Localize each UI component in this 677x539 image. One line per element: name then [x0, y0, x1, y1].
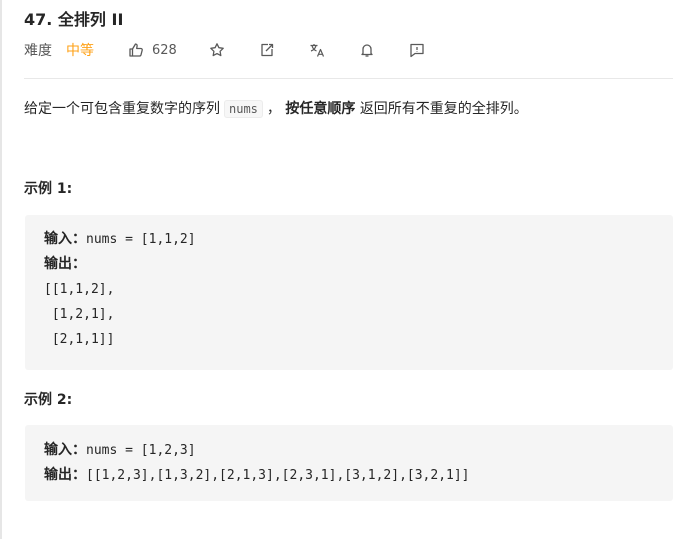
favorite-button[interactable]	[207, 40, 227, 60]
left-border	[0, 0, 2, 539]
example-1-input-label: 输入：	[44, 231, 86, 247]
header-divider	[24, 78, 673, 79]
description-comma: ，	[266, 101, 281, 117]
example-2-input-label: 输入：	[44, 442, 86, 458]
problem-toolbar: 难度 中等 628	[24, 40, 427, 60]
example-1-output-line: [[1,1,2],	[44, 282, 115, 297]
example-2-heading: 示例 2:	[24, 392, 73, 408]
example-1-heading: 示例 1:	[24, 181, 73, 197]
notify-button[interactable]	[357, 40, 377, 60]
feedback-button[interactable]	[407, 40, 427, 60]
example-1-output-label: 输出：	[44, 256, 86, 272]
bell-icon	[361, 44, 373, 57]
example-1-code-block: 输入：nums = [1,1,2] 输出： [[1,1,2], [1,2,1],…	[25, 215, 673, 370]
example-2-output-label: 输出：	[44, 467, 86, 483]
difficulty-label: 难度	[24, 43, 52, 59]
example-1-output-line: [2,1,1]]	[44, 332, 115, 347]
example-2-code-block: 输入：nums = [1,2,3] 输出：[[1,2,3],[1,3,2],[2…	[25, 425, 673, 501]
translate-button[interactable]	[307, 40, 327, 60]
example-1-output-line: [1,2,1],	[44, 307, 115, 322]
share-icon	[261, 43, 273, 57]
example-2-output: [[1,2,3],[1,3,2],[2,1,3],[2,3,1],[3,1,2]…	[86, 468, 470, 483]
description-tail: 返回所有不重复的全排列。	[359, 101, 528, 117]
problem-title: 47. 全排列 II	[24, 10, 124, 29]
share-button[interactable]	[257, 40, 277, 60]
star-icon	[209, 43, 224, 57]
problem-description: 给定一个可包含重复数字的序列 nums， 按任意顺序 返回所有不重复的全排列。	[24, 98, 528, 120]
example-2-input: nums = [1,2,3]	[86, 443, 196, 458]
description-text: 给定一个可包含重复数字的序列	[24, 101, 220, 117]
inline-code: nums	[224, 100, 263, 118]
example-1-input: nums = [1,1,2]	[86, 232, 196, 247]
description-emphasis: 按任意顺序	[285, 101, 356, 117]
translate-icon	[310, 44, 324, 57]
thumbs-up-icon	[126, 40, 146, 60]
like-button[interactable]: 628	[126, 40, 177, 60]
like-count: 628	[152, 42, 177, 58]
difficulty-badge: 中等	[66, 43, 94, 59]
feedback-icon	[410, 43, 424, 58]
